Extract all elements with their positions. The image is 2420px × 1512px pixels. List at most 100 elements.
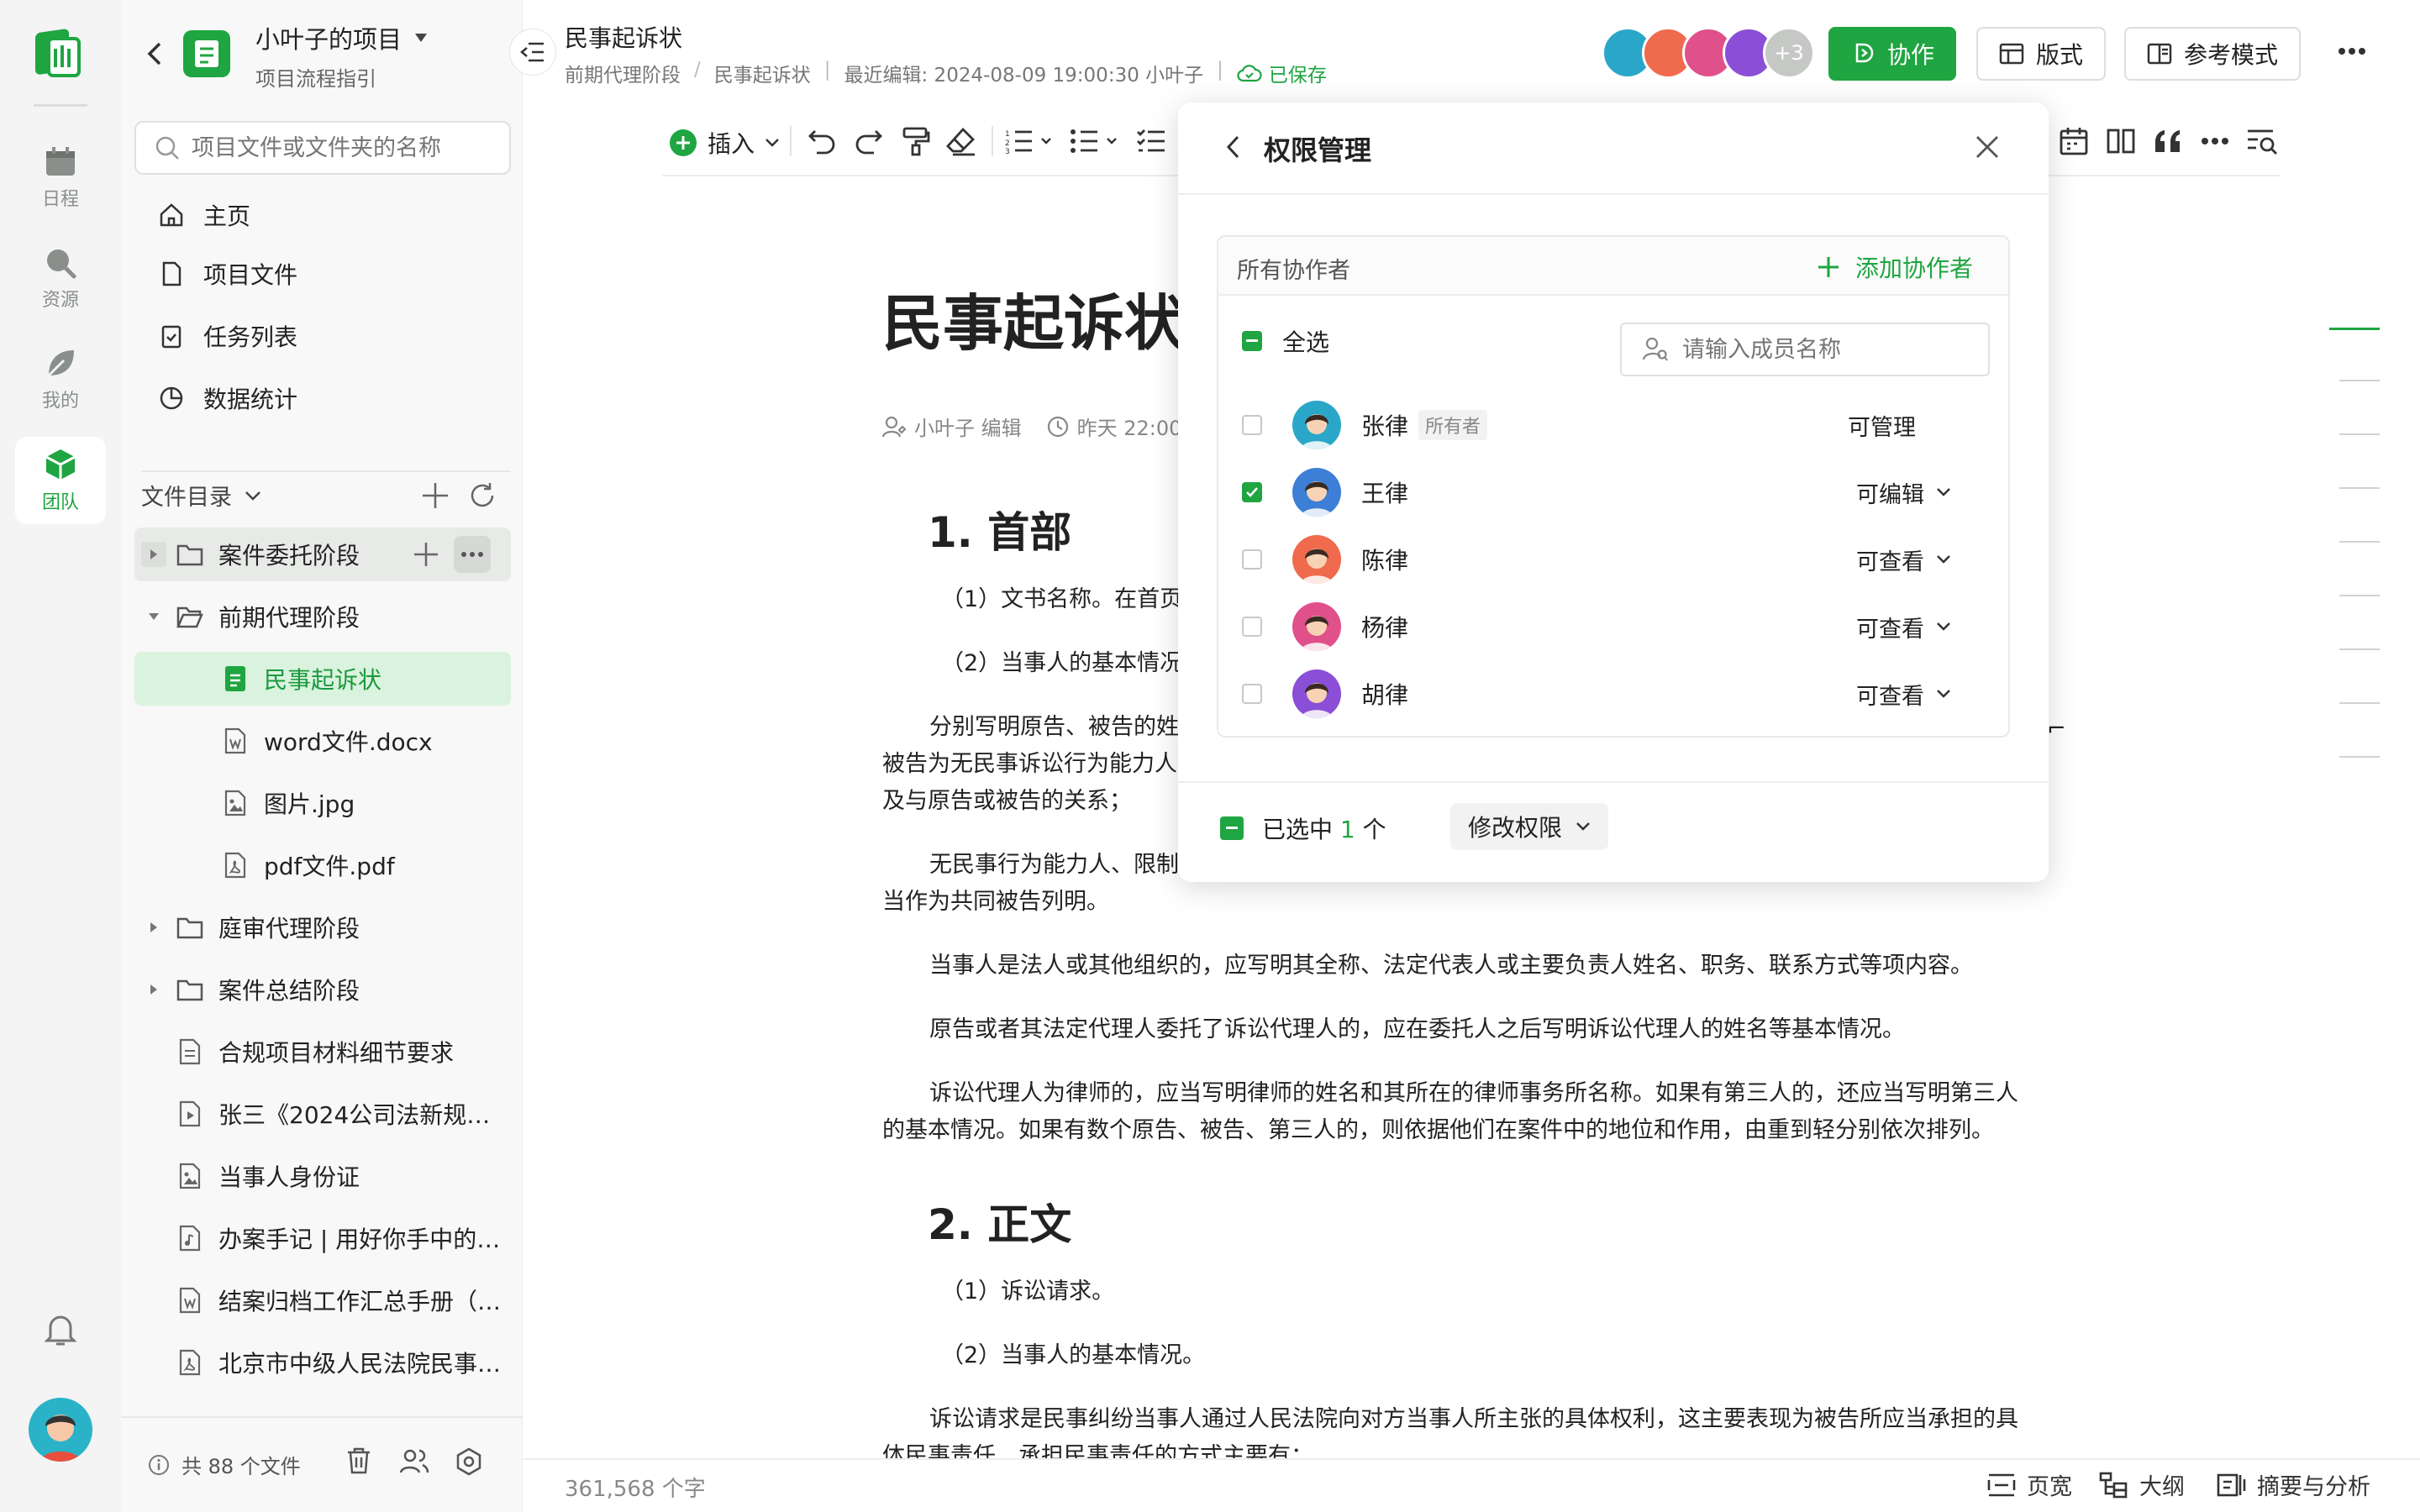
nav-item-home[interactable]: 主页 xyxy=(158,190,250,240)
rail-item-calendar[interactable]: 日程 xyxy=(15,134,106,222)
file-search-field[interactable] xyxy=(134,121,511,175)
add-collaborator-button[interactable]: 添加协作者 xyxy=(1817,250,1973,284)
tree-file-audio[interactable]: 办案手记 | 用好你手中的录音笔 xyxy=(134,1211,511,1265)
project-title[interactable]: 小叶子的项目 xyxy=(255,20,429,55)
trash-icon[interactable] xyxy=(345,1446,373,1475)
user-avatar[interactable] xyxy=(29,1398,92,1462)
back-chevron-icon[interactable] xyxy=(146,40,163,67)
collaborate-button[interactable]: 协作 xyxy=(1828,27,1956,81)
breadcrumb-item[interactable]: 前期代理阶段 xyxy=(565,59,681,87)
tree-file-video[interactable]: 张三《2024公司法新规解读》 xyxy=(134,1087,511,1141)
member-row[interactable]: 胡律 可查看 xyxy=(1242,660,1981,727)
file-search-input[interactable] xyxy=(192,134,477,161)
selected-summary[interactable]: 已选中 1 个 xyxy=(1220,811,1386,845)
reference-mode-button[interactable]: 参考模式 xyxy=(2124,27,2301,81)
columns-icon[interactable] xyxy=(2104,124,2138,158)
permission-dropdown[interactable]: 可查看 xyxy=(1856,543,1951,576)
paragraph[interactable]: 诉讼代理人为律师的，应当写明律师的姓名和其所在的律师事务所名称。如果有第三人的，… xyxy=(929,1075,2106,1112)
permission-dropdown[interactable]: 可查看 xyxy=(1856,678,1951,711)
app-logo[interactable] xyxy=(32,25,89,82)
collapse-sidebar-button[interactable] xyxy=(509,29,556,76)
summary-button[interactable]: 摘要与分析 xyxy=(2217,1468,2370,1501)
modify-permission-button[interactable]: 修改权限 xyxy=(1450,803,1608,850)
member-search-field[interactable] xyxy=(1620,323,1990,376)
rail-item-team[interactable]: 团队 xyxy=(15,437,106,524)
outline-marker[interactable] xyxy=(2339,541,2380,543)
tree-folder-summary[interactable]: 案件总结阶段 xyxy=(134,963,511,1016)
tree-folder-pre-agency[interactable]: 前期代理阶段 xyxy=(134,590,511,643)
tree-file-word[interactable]: word文件.docx xyxy=(134,714,511,768)
find-replace-icon[interactable] xyxy=(2245,124,2279,158)
more-collaborators-badge[interactable]: +3 xyxy=(1763,27,1815,79)
nav-item-stats[interactable]: 数据统计 xyxy=(158,373,297,423)
expand-caret-icon[interactable] xyxy=(141,921,166,933)
outline-marker[interactable] xyxy=(2339,756,2380,758)
checklist-icon[interactable] xyxy=(1134,124,1168,158)
paragraph[interactable]: 诉讼请求是民事纠纷当事人通过人民法院向对方当事人所主张的具体权利，这主要表现为被… xyxy=(929,1401,2106,1438)
member-row[interactable]: 王律 可编辑 xyxy=(1242,459,1981,526)
rail-item-resources[interactable]: 资源 xyxy=(15,235,106,323)
tree-folder-trial[interactable]: 庭审代理阶段 xyxy=(134,900,511,954)
permission-dropdown[interactable]: 可编辑 xyxy=(1856,476,1951,509)
paragraph[interactable]: （1）诉讼请求。 xyxy=(941,1273,2118,1310)
select-all[interactable]: 全选 xyxy=(1242,324,1329,358)
outline-button[interactable]: 大纲 xyxy=(2099,1468,2185,1501)
permission-dropdown[interactable]: 可查看 xyxy=(1856,611,1951,643)
expand-caret-icon[interactable] xyxy=(141,542,166,567)
eraser-icon[interactable] xyxy=(944,124,978,158)
tree-file-handbook[interactable]: 结案归档工作汇总手册（2024） xyxy=(134,1273,511,1327)
undo-icon[interactable] xyxy=(805,124,839,158)
rail-item-mine[interactable]: 我的 xyxy=(15,336,106,423)
back-chevron-icon[interactable] xyxy=(1225,134,1240,160)
more-menu-icon[interactable] xyxy=(2338,47,2366,55)
format-painter-icon[interactable] xyxy=(899,124,933,158)
layout-button[interactable]: 版式 xyxy=(1976,27,2106,81)
tree-file-id-card[interactable]: 当事人身份证 xyxy=(134,1149,511,1203)
selected-checkbox[interactable] xyxy=(1220,816,1244,840)
outline-marker[interactable] xyxy=(2339,702,2380,704)
paragraph[interactable]: （2）当事人的基本情况。 xyxy=(941,1337,2118,1374)
tree-file-image[interactable]: 图片.jpg xyxy=(134,776,511,830)
outline-marker[interactable] xyxy=(2339,380,2380,381)
close-icon[interactable] xyxy=(1975,134,2000,160)
member-search-input[interactable] xyxy=(1682,336,1960,363)
page-width-button[interactable]: 页宽 xyxy=(1986,1468,2072,1501)
nav-item-tasks[interactable]: 任务列表 xyxy=(158,311,297,361)
collapse-caret-icon[interactable] xyxy=(141,612,166,622)
outline-marker[interactable] xyxy=(2339,595,2380,596)
ordered-list-icon[interactable]: 123 xyxy=(1003,124,1057,158)
calendar-insert-icon[interactable] xyxy=(2057,124,2091,158)
member-checkbox[interactable] xyxy=(1242,684,1262,704)
paragraph[interactable]: 当事人是法人或其他组织的，应写明其全称、法定代表人或主要负责人姓名、职务、联系方… xyxy=(929,948,2106,984)
file-directory-header[interactable]: 文件目录 xyxy=(141,479,262,512)
member-checkbox[interactable] xyxy=(1242,482,1262,502)
redo-icon[interactable] xyxy=(852,124,886,158)
tree-file-pdf[interactable]: pdf文件.pdf xyxy=(134,838,511,892)
member-row[interactable]: 陈律 可查看 xyxy=(1242,526,1981,593)
settings-icon[interactable] xyxy=(454,1446,484,1477)
breadcrumb-item[interactable]: 民事起诉状 xyxy=(714,59,811,87)
section-heading[interactable]: 2. 正文 xyxy=(928,1191,1071,1252)
bullet-list-icon[interactable] xyxy=(1069,124,1123,158)
paragraph[interactable]: 原告或者其法定代理人委托了诉讼代理人的，应在委托人之后写明诉讼代理人的姓名等基本… xyxy=(929,1011,2106,1048)
outline-marker-active[interactable] xyxy=(2329,328,2380,330)
insert-menu[interactable]: 插入 xyxy=(669,126,780,160)
members-icon[interactable] xyxy=(398,1446,430,1475)
refresh-icon[interactable] xyxy=(467,480,497,511)
member-checkbox[interactable] xyxy=(1242,549,1262,570)
tree-file-complaint[interactable]: 民事起诉状 xyxy=(134,652,511,706)
select-all-checkbox[interactable] xyxy=(1242,331,1262,351)
add-icon[interactable] xyxy=(412,540,440,569)
outline-marker[interactable] xyxy=(2339,433,2380,435)
bell-icon[interactable] xyxy=(44,1310,77,1347)
outline-marker[interactable] xyxy=(2339,487,2380,489)
tree-file-ruling[interactable]: 北京市中级人民法院民事裁定书 xyxy=(134,1336,511,1389)
more-icon[interactable] xyxy=(454,536,491,573)
quote-icon[interactable] xyxy=(2151,124,2185,158)
nav-item-project-files[interactable]: 项目文件 xyxy=(158,249,297,299)
doc-title[interactable]: 民事起诉状 xyxy=(882,274,1185,362)
expand-caret-icon[interactable] xyxy=(141,984,166,995)
member-checkbox[interactable] xyxy=(1242,415,1262,435)
section-heading[interactable]: 1. 首部 xyxy=(928,499,1071,559)
outline-marker[interactable] xyxy=(2339,648,2380,650)
